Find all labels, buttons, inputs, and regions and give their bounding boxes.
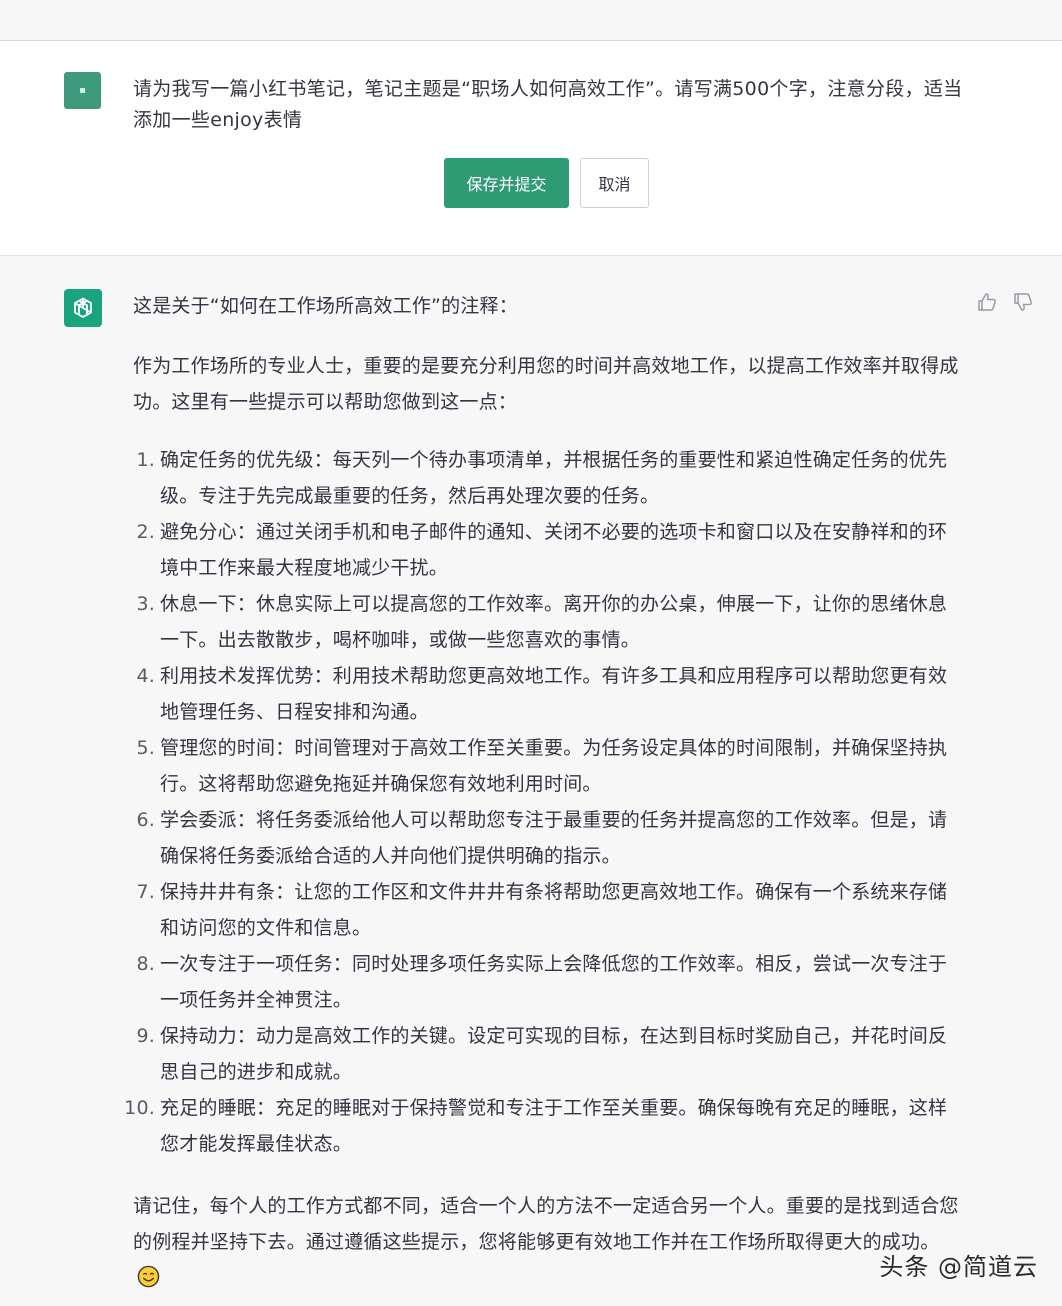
- top-strip: [0, 0, 1062, 41]
- thumbs-up-icon[interactable]: [977, 292, 997, 312]
- list-item: 6. 学会委派：将任务委派给他人可以帮助您专注于最重要的任务并提高您的工作效率。但…: [133, 802, 963, 874]
- edit-actions: 保存并提交 取消: [444, 158, 649, 208]
- user-message-editor[interactable]: 请为我写一篇小红书笔记，笔记主题是“职场人如何高效工作”。请写满500个字，注意…: [133, 74, 963, 136]
- reply-paragraph: 作为工作场所的专业人士，重要的是要充分利用您的时间并高效地工作，以提高工作效率并…: [133, 355, 959, 413]
- list-item-text: 休息一下：休息实际上可以提高您的工作效率。离开你的办公桌，伸展一下，让你的思绪休…: [160, 593, 948, 651]
- list-number: 3.: [136, 593, 155, 615]
- list-item: 7. 保持井井有条：让您的工作区和文件井井有条将帮助您更高效地工作。确保有一个系统…: [133, 874, 963, 946]
- list-item: 2. 避免分心：通过关闭手机和电子邮件的通知、关闭不必要的选项卡和窗口以及在安静祥…: [133, 514, 963, 586]
- list-item-text: 充足的睡眠：充足的睡眠对于保持警觉和专注于工作至关重要。确保每晚有充足的睡眠，这…: [160, 1097, 948, 1155]
- assistant-reply: 这是关于“如何在工作场所高效工作”的注释： 作为工作场所的专业人士，重要的是要充…: [124, 288, 963, 1296]
- list-item-text: 确定任务的优先级：每天列一个待办事项清单，并根据任务的重要性和紧迫性确定任务的优…: [160, 449, 948, 507]
- save-submit-button[interactable]: 保存并提交: [444, 158, 569, 208]
- assistant-message-section: 这是关于“如何在工作场所高效工作”的注释： 作为工作场所的专业人士，重要的是要充…: [0, 256, 1062, 1306]
- feedback-controls: [977, 292, 1033, 312]
- tips-list: 1. 确定任务的优先级：每天列一个待办事项清单，并根据任务的重要性和紧迫性确定任务…: [124, 442, 963, 1162]
- list-item: 5. 管理您的时间：时间管理对于高效工作至关重要。为任务设定具体的时间限制，并确保…: [133, 730, 963, 802]
- list-item-text: 管理您的时间：时间管理对于高效工作至关重要。为任务设定具体的时间限制，并确保坚持…: [160, 737, 948, 795]
- list-number: 8.: [136, 953, 155, 975]
- list-number: 5.: [136, 737, 155, 759]
- list-number: 10.: [124, 1097, 155, 1119]
- list-item: 4. 利用技术发挥优势：利用技术帮助您更高效地工作。有许多工具和应用程序可以帮助您…: [133, 658, 963, 730]
- list-number: 1.: [136, 449, 155, 471]
- thumbs-down-icon[interactable]: [1013, 292, 1033, 312]
- list-number: 4.: [136, 665, 155, 687]
- list-item-text: 避免分心：通过关闭手机和电子邮件的通知、关闭不必要的选项卡和窗口以及在安静祥和的…: [160, 521, 948, 579]
- list-number: 2.: [136, 521, 155, 543]
- list-item: 3. 休息一下：休息实际上可以提高您的工作效率。离开你的办公桌，伸展一下，让你的思…: [133, 586, 963, 658]
- list-number: 7.: [136, 881, 155, 903]
- reply-intro: 这是关于“如何在工作场所高效工作”的注释：: [133, 295, 518, 317]
- watermark: 头条 @简道云: [879, 1253, 1038, 1281]
- list-item-text: 利用技术发挥优势：利用技术帮助您更高效地工作。有许多工具和应用程序可以帮助您更有…: [160, 665, 948, 723]
- user-message-section: ▪ 请为我写一篇小红书笔记，笔记主题是“职场人如何高效工作”。请写满500个字，…: [0, 41, 1062, 256]
- cancel-button[interactable]: 取消: [580, 158, 649, 208]
- list-item-text: 一次专注于一项任务：同时处理多项任务实际上会降低您的工作效率。相反，尝试一次专注…: [160, 953, 948, 1011]
- list-number: 9.: [136, 1025, 155, 1047]
- openai-logo-icon: [64, 289, 102, 327]
- list-item: 8. 一次专注于一项任务：同时处理多项任务实际上会降低您的工作效率。相反，尝试一次…: [133, 946, 963, 1018]
- list-number: 6.: [136, 809, 155, 831]
- list-item-text: 学会委派：将任务委派给他人可以帮助您专注于最重要的任务并提高您的工作效率。但是，…: [160, 809, 948, 867]
- list-item-text: 保持动力：动力是高效工作的关键。设定可实现的目标，在达到目标时奖励自己，并花时间…: [160, 1025, 948, 1083]
- list-item: 9. 保持动力：动力是高效工作的关键。设定可实现的目标，在达到目标时奖励自己，并花…: [133, 1018, 963, 1090]
- reply-closing: 请记住，每个人的工作方式都不同，适合一个人的方法不一定适合另一个人。重要的是找到…: [133, 1188, 963, 1296]
- list-item-text: 保持井井有条：让您的工作区和文件井井有条将帮助您更高效地工作。确保有一个系统来存…: [160, 881, 948, 939]
- user-avatar: ▪: [64, 72, 101, 109]
- list-item: 1. 确定任务的优先级：每天列一个待办事项清单，并根据任务的重要性和紧迫性确定任务…: [133, 442, 963, 514]
- reply-closing-text: 请记住，每个人的工作方式都不同，适合一个人的方法不一定适合另一个人。重要的是找到…: [133, 1195, 959, 1253]
- list-item: 10. 充足的睡眠：充足的睡眠对于保持警觉和专注于工作至关重要。确保每晚有充足的睡…: [124, 1090, 963, 1162]
- smiling-face-icon: [137, 1265, 160, 1288]
